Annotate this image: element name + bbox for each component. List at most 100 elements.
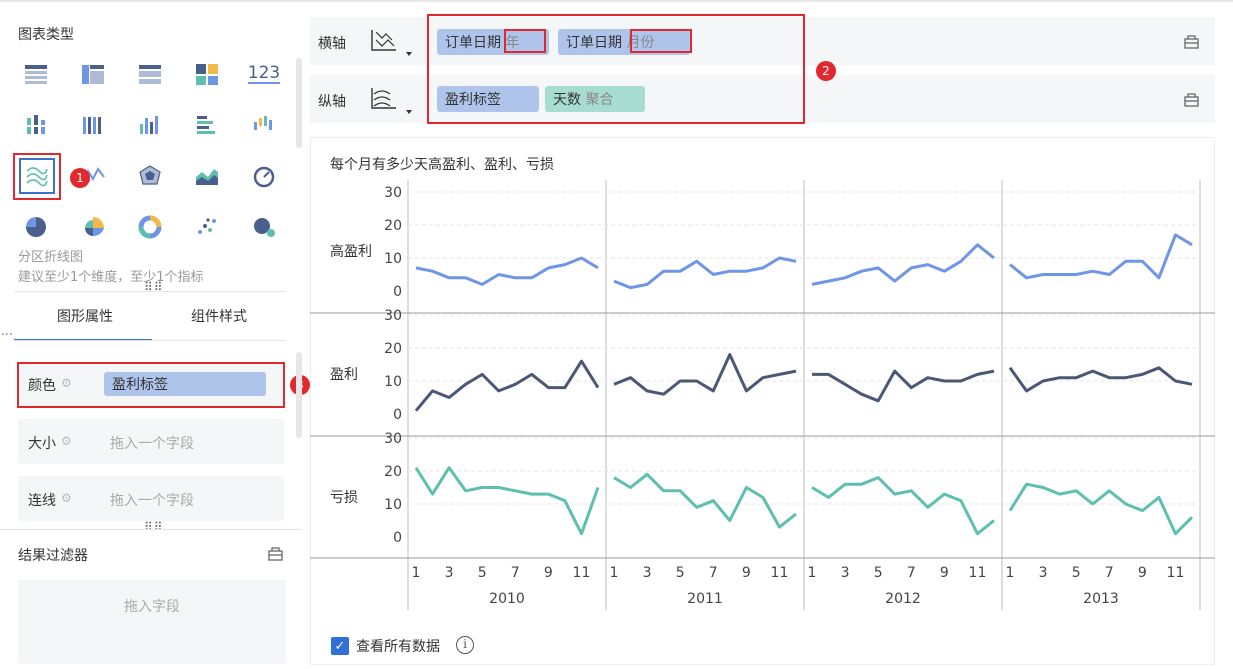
y-tick-label: 0 — [393, 284, 402, 300]
row-label: 盈利 — [330, 367, 358, 383]
x-tick-label: 9 — [544, 565, 553, 581]
line-label: 连线 — [28, 493, 56, 509]
resize-grip-icon[interactable]: ⠿⠿ — [144, 520, 164, 534]
gear-icon[interactable]: ⚙ — [61, 491, 72, 505]
x-tick-label: 3 — [841, 565, 850, 581]
y-tick-label: 10 — [384, 497, 402, 513]
ring-pie-icon[interactable] — [136, 213, 164, 241]
x-tick-label: 7 — [511, 565, 520, 581]
y-tick-label: 20 — [384, 464, 402, 480]
bubble-icon[interactable] — [250, 213, 278, 241]
series-line — [415, 256, 599, 286]
y-tick-label: 20 — [384, 341, 402, 357]
info-icon[interactable]: i — [456, 636, 474, 654]
x-tick-label: 3 — [643, 565, 652, 581]
cross-table-icon[interactable] — [79, 60, 107, 88]
table-icon[interactable] — [22, 60, 50, 88]
x-tick-label: 1 — [610, 565, 619, 581]
tab-graph-properties[interactable]: 图形属性 — [18, 306, 152, 326]
number-123-icon[interactable]: 123 — [247, 60, 281, 88]
gear-icon[interactable]: ⚙ — [61, 434, 72, 448]
grouped-column-icon[interactable] — [79, 111, 107, 139]
series-line — [1008, 366, 1193, 393]
x-tick-label: 5 — [1072, 565, 1081, 581]
selected-chart-frame — [19, 158, 55, 194]
size-drop-placeholder[interactable]: 拖入一个字段 — [110, 433, 194, 453]
size-label: 大小 — [28, 436, 56, 452]
y-axis-label: 纵轴 — [318, 94, 346, 110]
y-tick-label: 0 — [393, 530, 402, 546]
tab-component-style[interactable]: 组件样式 — [152, 306, 286, 326]
series-line — [613, 256, 797, 290]
y-axis-sort-icon[interactable] — [368, 84, 418, 116]
x-tick-label: 9 — [742, 565, 751, 581]
series-line — [414, 359, 600, 412]
x-tick-label: 7 — [907, 565, 916, 581]
show-all-checkbox[interactable]: ✓ — [331, 637, 349, 655]
x-tick-label: 1 — [808, 565, 817, 581]
series-line — [613, 472, 797, 529]
series-line — [1008, 482, 1194, 536]
y-axis-lock-icon[interactable] — [1182, 90, 1202, 108]
x-tick-label: 5 — [478, 565, 487, 581]
x-axis-lock-icon[interactable] — [1182, 32, 1202, 50]
pie-icon[interactable] — [22, 213, 50, 241]
kpi-tiles-icon[interactable] — [193, 60, 221, 88]
properties-scrollbar[interactable] — [296, 352, 302, 438]
number-123-label: 123 — [247, 63, 281, 84]
waterfall-icon[interactable] — [250, 111, 278, 139]
color-field-pill[interactable]: 盈利标签 — [104, 372, 266, 396]
divider — [14, 340, 286, 341]
series-line — [812, 369, 995, 403]
divider — [14, 291, 286, 292]
icon-scrollbar[interactable] — [296, 58, 302, 148]
y-tick-label: 0 — [393, 407, 402, 423]
year-label: 2012 — [885, 591, 921, 607]
bar-chart-icon[interactable] — [136, 111, 164, 139]
filter-lock-icon[interactable] — [266, 544, 286, 562]
y-tick-label: 10 — [384, 374, 402, 390]
year-label: 2013 — [1083, 591, 1119, 607]
divider — [0, 529, 302, 530]
chart-title: 每个月有多少天高盈利、盈利、亏损 — [330, 157, 554, 173]
x-tick-label: 9 — [1138, 565, 1147, 581]
x-axis-sort-icon[interactable] — [368, 26, 418, 58]
gauge-icon[interactable] — [250, 162, 278, 190]
annotation-badge-1: 1 — [70, 168, 90, 188]
rose-pie-icon[interactable] — [79, 213, 107, 241]
side-grip-icon[interactable]: ⋮ — [0, 328, 14, 341]
x-tick-label: 11 — [1167, 565, 1185, 581]
filter-drop-zone[interactable]: 拖入字段 — [18, 580, 286, 664]
series-line — [811, 476, 995, 536]
filter-placeholder: 拖入字段 — [124, 599, 180, 615]
grouped-table-icon[interactable] — [136, 60, 164, 88]
series-line — [414, 466, 600, 536]
show-all-data-label[interactable]: 查看所有数据 — [356, 636, 440, 656]
annotation-badge-2: 2 — [816, 61, 836, 81]
x-tick-label: 1 — [412, 565, 421, 581]
gear-icon[interactable]: ⚙ — [61, 376, 72, 390]
series-line — [1009, 233, 1193, 280]
y-tick-label: 30 — [384, 185, 402, 201]
y-tick-label: 30 — [384, 308, 402, 324]
x-tick-label: 3 — [445, 565, 454, 581]
area-icon[interactable] — [193, 162, 221, 190]
x-tick-label: 9 — [940, 565, 949, 581]
line-drop-placeholder[interactable]: 拖入一个字段 — [110, 490, 194, 510]
x-tick-label: 11 — [573, 565, 591, 581]
partition-line-chart: 3020100高盈利3020100盈利3020100亏损1 3 5 7 9 1120101… — [310, 180, 1215, 610]
scatter-icon[interactable] — [193, 213, 221, 241]
filter-title: 结果过滤器 — [18, 548, 88, 564]
top-divider — [0, 0, 1233, 2]
radar-icon[interactable] — [136, 162, 164, 190]
y-tick-label: 30 — [384, 431, 402, 447]
horizontal-bar-icon[interactable] — [193, 111, 221, 139]
x-tick-label: 11 — [969, 565, 987, 581]
year-label: 2011 — [687, 591, 723, 607]
selected-chart-name: 分区折线图 — [18, 250, 84, 265]
row-label: 亏损 — [330, 490, 358, 506]
x-tick-label: 5 — [874, 565, 883, 581]
axes-fields-highlight — [427, 14, 805, 124]
x-tick-label: 7 — [709, 565, 718, 581]
stacked-column-icon[interactable] — [22, 111, 50, 139]
